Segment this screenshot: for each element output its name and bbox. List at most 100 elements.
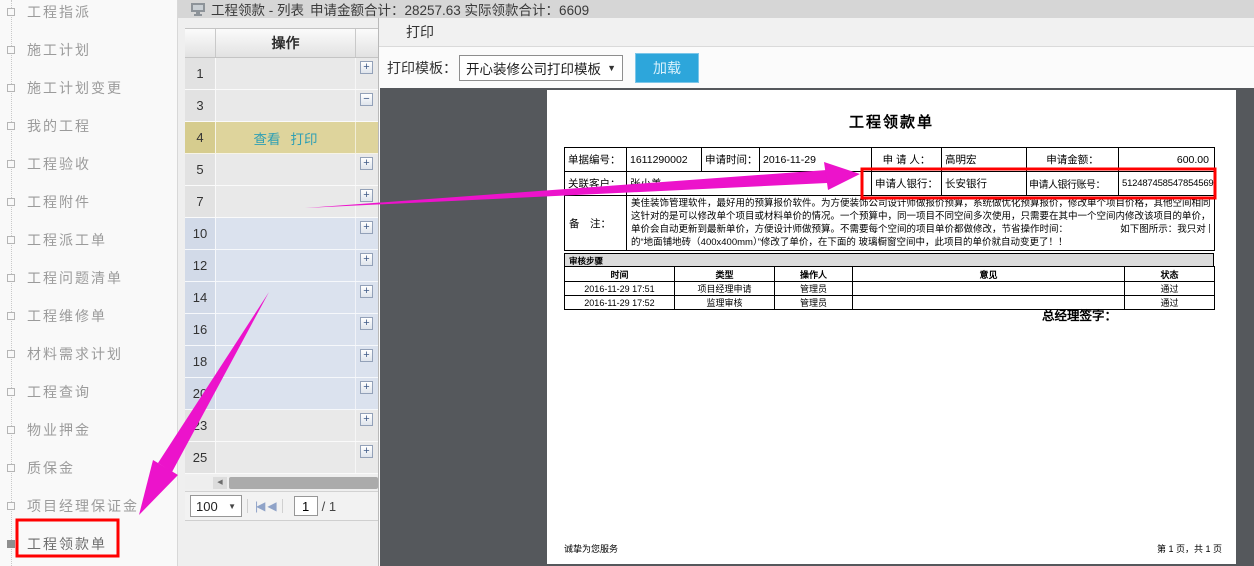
view-link[interactable]: 查看 — [254, 128, 281, 148]
table-row[interactable]: 23 + — [185, 410, 378, 442]
row-number: 5 — [185, 154, 216, 185]
scroll-left-icon[interactable]: ◀ — [213, 477, 227, 489]
sidebar-item-construction-plan[interactable]: 施工计划 — [0, 38, 178, 62]
table-row[interactable]: 3− — [185, 90, 378, 122]
expand-icon[interactable]: + — [360, 189, 373, 202]
table-row[interactable]: 12+ — [185, 250, 378, 282]
sidebar-item-construction-plan-change[interactable]: 施工计划变更 — [0, 76, 178, 100]
sidebar-item-label: 质保金 — [27, 458, 75, 478]
expand-icon[interactable]: + — [360, 317, 373, 330]
table-row[interactable]: 10+ — [185, 218, 378, 250]
sidebar-item-project-repair-order[interactable]: 工程维修单 — [0, 304, 178, 328]
note-line: 单价会自动更新到最新单价，方便设计师做预算。不需要每个空间的项目单价都做修改，节… — [631, 223, 1210, 236]
field-label: 申 请 人： — [872, 148, 942, 172]
note-content: 美佳装饰管理软件，最好用的预算报价软件。为方便装饰公司设计师做报价预算，系统做优… — [627, 196, 1215, 251]
expand-icon[interactable]: + — [360, 349, 373, 362]
print-link[interactable]: 打印 — [291, 128, 318, 148]
review-col-header: 类型 — [675, 267, 775, 282]
table-row[interactable]: 5+ — [185, 154, 378, 186]
sidebar-item-label: 物业押金 — [27, 420, 91, 440]
sidebar-item-label: 项目经理保证金 — [27, 496, 139, 516]
row-number: 20 — [185, 378, 216, 409]
chevron-down-icon: ▼ — [607, 63, 616, 73]
review-cell: 项目经理申请 — [675, 282, 775, 296]
sidebar-item-project-dispatch[interactable]: 工程指派 — [0, 0, 178, 24]
sidebar-item-label: 工程验收 — [27, 154, 91, 174]
expand-icon[interactable]: + — [360, 61, 373, 74]
print-dialog-title: 打印 — [379, 18, 1254, 47]
prev-page-icon[interactable]: ◀ — [267, 499, 274, 513]
sidebar-item-project-query[interactable]: 工程查询 — [0, 380, 178, 404]
field-value-customer: 张小美 — [627, 172, 872, 196]
sidebar-item-project-issue-list[interactable]: 工程问题清单 — [0, 266, 178, 290]
row-number: 18 — [185, 346, 216, 377]
expand-icon[interactable]: + — [360, 413, 373, 426]
table-row[interactable]: 14 + — [185, 282, 378, 314]
load-button[interactable]: 加载 — [635, 53, 699, 83]
scrollbar-thumb[interactable] — [229, 477, 378, 489]
review-cell: 2016-11-29 17:52 — [565, 296, 675, 310]
tree-node-icon — [7, 502, 15, 510]
review-cell: 通过 — [1125, 296, 1215, 310]
sidebar-item-project-attachment[interactable]: 工程附件 — [0, 190, 178, 214]
table-row[interactable]: 16 + — [185, 314, 378, 346]
expand-icon[interactable]: + — [360, 253, 373, 266]
review-cell: 2016-11-29 17:51 — [565, 282, 675, 296]
review-col-header: 状态 — [1125, 267, 1215, 282]
expand-icon[interactable]: + — [360, 285, 373, 298]
first-page-icon[interactable]: |◀ — [255, 499, 263, 513]
tree-node-icon — [7, 46, 15, 54]
table-row-selected[interactable]: 4 查看打印 — [185, 122, 378, 154]
sidebar-item-quality-deposit[interactable]: 质保金 — [0, 456, 178, 480]
sidebar-item-label: 工程附件 — [27, 192, 91, 212]
field-label: 申请时间： — [702, 148, 760, 172]
expand-icon[interactable]: + — [360, 445, 373, 458]
table-row[interactable]: 18 + — [185, 346, 378, 378]
table-row[interactable]: 25+ — [185, 442, 378, 474]
expand-icon[interactable]: + — [360, 221, 373, 234]
grid-rows: 1+ 3− 4查看打印 5+ 7+ 10+ 12+ 14+ 16+ 18+ 20… — [185, 58, 378, 474]
sidebar-item-my-projects[interactable]: 我的工程 — [0, 114, 178, 138]
field-value-order-no: 1611290002 — [627, 148, 702, 172]
current-page-input[interactable] — [294, 496, 318, 516]
grid-header: 操作 — [185, 28, 378, 58]
field-value-bank: 长安银行 — [942, 172, 1027, 196]
table-row[interactable]: 1+ — [185, 58, 378, 90]
expand-icon[interactable]: + — [360, 157, 373, 170]
collapse-icon[interactable]: − — [360, 93, 373, 106]
review-col-header: 意见 — [853, 267, 1125, 282]
row-number: 14 — [185, 282, 216, 313]
payment-list-panel: 操作 1+ 3− 4查看打印 5+ 7+ 10+ 12+ 14+ 16+ 18+… — [178, 18, 378, 566]
template-select-value: 开心装修公司打印模板 — [466, 58, 601, 78]
field-label: 单据编号： — [565, 148, 627, 172]
row-number: 23 — [185, 410, 216, 441]
divider — [247, 499, 248, 513]
template-select[interactable]: 开心装修公司打印模板 ▼ — [459, 55, 623, 81]
row-number: 4 — [185, 122, 216, 153]
horizontal-scrollbar[interactable]: ◀ — [185, 476, 378, 489]
tree-node-icon — [7, 236, 15, 244]
sidebar-item-property-deposit[interactable]: 物业押金 — [0, 418, 178, 442]
sidebar-item-project-payment-voucher[interactable]: 工程领款单 — [0, 532, 178, 556]
document-page: 工程领款单 单据编号： 1611290002 申请时间： 2016-11-29 … — [547, 90, 1236, 564]
table-row[interactable]: 20 + — [185, 378, 378, 410]
expand-icon[interactable]: + — [360, 381, 373, 394]
sidebar-item-label: 工程问题清单 — [27, 268, 123, 288]
review-cell: 管理员 — [775, 282, 853, 296]
sidebar-item-pm-deposit[interactable]: 项目经理保证金 — [0, 494, 178, 518]
tree-node-icon — [7, 122, 15, 130]
sidebar-item-project-work-order[interactable]: 工程派工单 — [0, 228, 178, 252]
row-number: 16 — [185, 314, 216, 345]
grid-header-operation: 操作 — [216, 29, 356, 57]
sidebar-item-project-acceptance[interactable]: 工程验收 — [0, 152, 178, 176]
page-totals: 申请金额合计：28257.63 实际领款合计：6609 — [310, 0, 589, 19]
page-indicator: 第 1 页，共 1 页 — [1157, 542, 1222, 555]
field-value-account: 51248745854785456984 — [1119, 172, 1215, 196]
sidebar-item-label: 工程维修单 — [27, 306, 107, 326]
table-row[interactable]: 7+ — [185, 186, 378, 218]
tree-node-icon — [7, 464, 15, 472]
grid-header-expand — [356, 29, 378, 57]
page-total-label: / 1 — [322, 499, 336, 514]
page-size-select[interactable]: 100 ▼ — [190, 495, 242, 517]
sidebar-item-material-demand-plan[interactable]: 材料需求计划 — [0, 342, 178, 366]
